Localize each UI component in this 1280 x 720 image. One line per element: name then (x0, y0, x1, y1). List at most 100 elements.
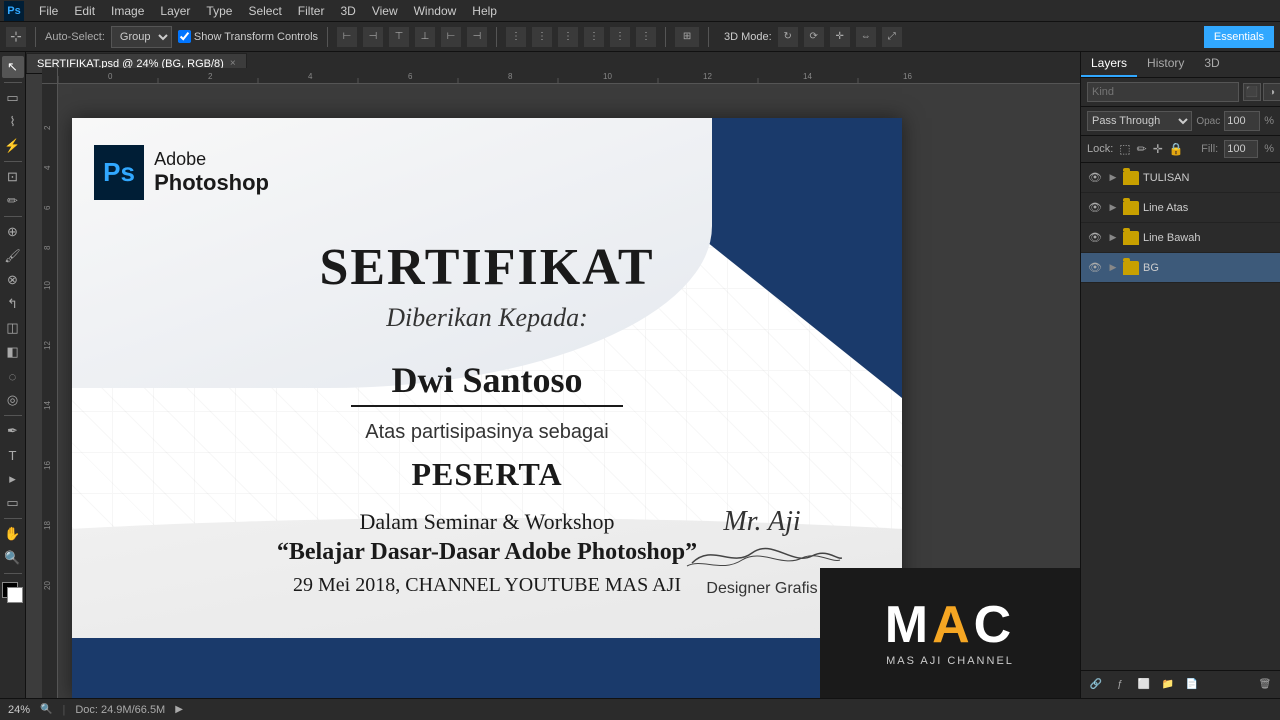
filter-pixel-btn[interactable]: ⬛ (1243, 83, 1261, 101)
svg-text:4: 4 (43, 165, 52, 170)
tab-layers[interactable]: Layers (1081, 52, 1137, 77)
distribute-btn-2[interactable]: ⋮ (532, 27, 552, 47)
clone-stamp-tool[interactable]: ⊗ (2, 269, 24, 291)
zoom-tool[interactable]: 🔍 (2, 547, 24, 569)
cert-sig-name: Mr. Aji (682, 506, 842, 538)
expand-status-btn[interactable]: ▶ (175, 704, 183, 715)
layer-search-input[interactable] (1087, 82, 1239, 102)
svg-text:8: 8 (43, 245, 52, 250)
layer-expand-bg[interactable]: ▶ (1107, 262, 1119, 274)
menu-layer[interactable]: Layer (153, 2, 197, 20)
layer-folder-icon-linebawah (1123, 231, 1139, 245)
brush-tool[interactable]: 🖌 (2, 245, 24, 267)
menu-view[interactable]: View (365, 2, 405, 20)
menu-image[interactable]: Image (104, 2, 151, 20)
menu-select[interactable]: Select (241, 2, 288, 20)
layer-visibility-tulisan[interactable]: 👁 (1087, 170, 1103, 186)
layer-visibility-lineatas[interactable]: 👁 (1087, 200, 1103, 216)
healing-brush-tool[interactable]: ⊕ (2, 221, 24, 243)
link-layers-btn[interactable]: 🔗 (1087, 676, 1105, 694)
opacity-label: Opac (1196, 116, 1220, 127)
menu-edit[interactable]: Edit (67, 2, 102, 20)
menu-3d[interactable]: 3D (333, 2, 362, 20)
layer-row-bg[interactable]: 👁 ▶ BG (1081, 253, 1280, 283)
3d-rotate-btn[interactable]: ↻ (778, 27, 798, 47)
align-left-btn[interactable]: ⊢ (337, 27, 357, 47)
marquee-tool[interactable]: ▭ (2, 87, 24, 109)
add-mask-btn[interactable]: ⬜ (1135, 676, 1153, 694)
align-bottom-btn[interactable]: ⊣ (467, 27, 487, 47)
eraser-tool[interactable]: ◫ (2, 317, 24, 339)
shape-tool[interactable]: ▭ (2, 492, 24, 514)
layer-visibility-bg[interactable]: 👁 (1087, 260, 1103, 276)
menu-window[interactable]: Window (407, 2, 464, 20)
move-tool-icon[interactable]: ⊹ (6, 27, 26, 47)
layer-expand-linebawah[interactable]: ▶ (1107, 232, 1119, 244)
path-selection-tool[interactable]: ▸ (2, 468, 24, 490)
menu-type[interactable]: Type (199, 2, 239, 20)
tab-history[interactable]: History (1137, 52, 1194, 77)
zoom-level: 24% (8, 704, 30, 716)
new-group-btn[interactable]: 📁 (1159, 676, 1177, 694)
menu-filter[interactable]: Filter (291, 2, 332, 20)
svg-text:8: 8 (508, 72, 513, 81)
eyedropper-tool[interactable]: ✏ (2, 190, 24, 212)
color-swatches[interactable] (2, 582, 24, 604)
tab-3d[interactable]: 3D (1194, 52, 1229, 77)
arrange-btn[interactable]: ⊞ (675, 27, 699, 47)
distribute-btn-6[interactable]: ⋮ (636, 27, 656, 47)
layer-expand-tulisan[interactable]: ▶ (1107, 172, 1119, 184)
new-layer-btn[interactable]: 📄 (1183, 676, 1201, 694)
move-tool[interactable]: ↖ (2, 56, 24, 78)
3d-pan-btn[interactable]: ✛ (830, 27, 850, 47)
crop-tool[interactable]: ⊡ (2, 166, 24, 188)
opacity-input[interactable] (1224, 111, 1260, 131)
canvas-wrapper: 0 2 4 6 8 10 12 14 (42, 68, 1080, 698)
toolbar-sep-4 (4, 415, 22, 416)
3d-scale-btn[interactable]: ⤢ (882, 27, 902, 47)
align-center-h-btn[interactable]: ⊣ (363, 27, 383, 47)
3d-slide-btn[interactable]: ⇔ (856, 27, 876, 47)
lasso-tool[interactable]: ⌇ (2, 111, 24, 133)
align-right-btn[interactable]: ⊤ (389, 27, 409, 47)
history-brush-tool[interactable]: ↰ (2, 293, 24, 315)
certificate-canvas: Ps Adobe Photoshop SERTIFIKAT Diberikan … (72, 118, 902, 698)
align-top-btn[interactable]: ⊥ (415, 27, 435, 47)
gradient-tool[interactable]: ◧ (2, 341, 24, 363)
distribute-btn-4[interactable]: ⋮ (584, 27, 604, 47)
lock-position-icon[interactable]: ✛ (1153, 142, 1163, 156)
mac-watermark: MAC MAS AJI CHANNEL (820, 568, 1080, 698)
magic-wand-tool[interactable]: ⚡ (2, 135, 24, 157)
blend-mode-select[interactable]: Pass Through Normal Multiply Screen (1087, 111, 1192, 131)
distribute-btn-1[interactable]: ⋮ (506, 27, 526, 47)
lock-all-icon[interactable]: 🔒 (1169, 142, 1184, 156)
layer-row-line-bawah[interactable]: 👁 ▶ Line Bawah (1081, 223, 1280, 253)
layer-row-tulisan[interactable]: 👁 ▶ TULISAN (1081, 163, 1280, 193)
align-center-v-btn[interactable]: ⊢ (441, 27, 461, 47)
group-select[interactable]: Group Layer (111, 26, 172, 48)
lock-image-icon[interactable]: ✏ (1137, 142, 1147, 156)
main-area: ↖ ▭ ⌇ ⚡ ⊡ ✏ ⊕ 🖌 ⊗ ↰ ◫ ◧ ◌ ◎ ✒ T ▸ ▭ ✋ 🔍 (0, 52, 1280, 698)
blur-tool[interactable]: ◌ (2, 365, 24, 387)
layer-visibility-linebawah[interactable]: 👁 (1087, 230, 1103, 246)
fill-label: Fill: (1201, 143, 1218, 155)
delete-layer-btn[interactable]: 🗑 (1256, 676, 1274, 694)
svg-text:10: 10 (43, 281, 52, 290)
filter-adjustment-btn[interactable]: ◑ (1263, 83, 1280, 101)
menu-help[interactable]: Help (465, 2, 504, 20)
3d-roll-btn[interactable]: ⟳ (804, 27, 824, 47)
transform-checkbox[interactable] (178, 30, 191, 43)
distribute-btn-5[interactable]: ⋮ (610, 27, 630, 47)
lock-transparent-icon[interactable]: ⬚ (1119, 142, 1130, 156)
layer-expand-lineatas[interactable]: ▶ (1107, 202, 1119, 214)
layer-row-line-atas[interactable]: 👁 ▶ Line Atas (1081, 193, 1280, 223)
dodge-tool[interactable]: ◎ (2, 389, 24, 411)
text-tool[interactable]: T (2, 444, 24, 466)
distribute-btn-3[interactable]: ⋮ (558, 27, 578, 47)
hand-tool[interactable]: ✋ (2, 523, 24, 545)
add-style-btn[interactable]: ƒ (1111, 676, 1129, 694)
fill-input[interactable] (1224, 140, 1258, 158)
essentials-button[interactable]: Essentials (1204, 26, 1274, 48)
menu-file[interactable]: File (32, 2, 65, 20)
pen-tool[interactable]: ✒ (2, 420, 24, 442)
